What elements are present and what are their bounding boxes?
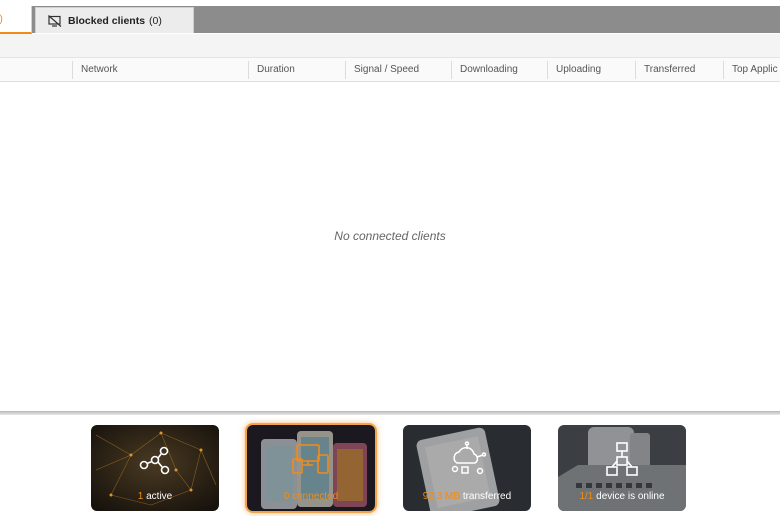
stat-devices-online-label: device is online (596, 491, 665, 502)
tab-clients-label: 0) (0, 14, 3, 25)
tab-blocked-count: (0) (149, 14, 162, 27)
stat-connected-value: 0 (283, 491, 290, 502)
table-toolbar (0, 34, 780, 58)
tab-clients[interactable]: 0) (0, 6, 32, 34)
stat-active: 1 active (91, 491, 219, 502)
column-header-uploading[interactable]: Uploading (547, 58, 635, 82)
stat-connected-label: connected (292, 491, 339, 502)
stat-tile-active[interactable]: 1 active (91, 425, 219, 511)
tab-blocked-clients[interactable]: Blocked clients (0) (35, 7, 194, 33)
topology-icon (606, 442, 638, 476)
stat-tile-transferred[interactable]: 92.3 MB transferred (403, 425, 531, 511)
network-share-icon (139, 446, 170, 475)
column-header-downloading[interactable]: Downloading (451, 58, 547, 82)
column-header-top-applications[interactable]: Top Applic (723, 58, 780, 82)
stat-transferred-label: transferred (462, 491, 512, 502)
stat-tile-devices-online[interactable]: 1/1 device is online (558, 425, 686, 511)
column-header-network[interactable]: Network (72, 58, 248, 82)
stat-transferred-value: 92.3 MB (422, 491, 461, 502)
column-header-transferred[interactable]: Transferred (635, 58, 723, 82)
blocked-device-icon (48, 14, 62, 27)
stat-connected: 0 connected (247, 491, 375, 502)
stat-active-label: active (146, 491, 173, 502)
column-header-signal-speed[interactable]: Signal / Speed (345, 58, 451, 82)
stat-devices-online: 1/1 device is online (558, 491, 686, 502)
column-header-duration[interactable]: Duration (248, 58, 345, 82)
table-header: Network Duration Signal / Speed Download… (0, 58, 780, 82)
tab-blocked-label: Blocked clients (68, 14, 146, 27)
cloud-transfer-icon (451, 441, 487, 475)
devices-icon (292, 444, 329, 474)
stat-devices-online-value: 1/1 (579, 491, 594, 502)
stat-active-value: 1 (137, 491, 144, 502)
stat-transferred: 92.3 MB transferred (403, 491, 531, 502)
panel-divider (0, 411, 780, 415)
stat-tile-connected[interactable]: 0 connected (247, 425, 375, 511)
empty-state-message: No connected clients (334, 229, 446, 243)
